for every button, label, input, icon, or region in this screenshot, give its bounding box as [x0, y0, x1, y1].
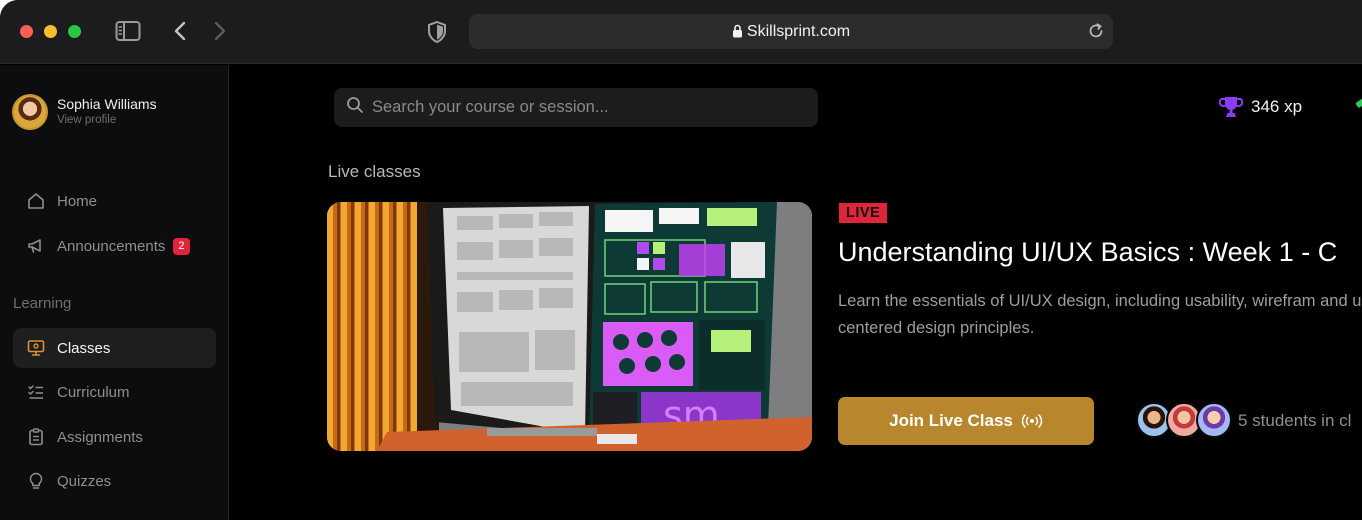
privacy-shield-icon[interactable] — [426, 20, 448, 49]
sidebar-item-label: Quizzes — [57, 472, 112, 490]
forward-arrow-icon[interactable] — [212, 20, 228, 47]
reload-icon[interactable] — [1087, 22, 1105, 45]
clipboard-icon — [25, 426, 47, 448]
checklist-icon — [25, 381, 47, 403]
profile-card[interactable]: Sophia Williams View profile — [12, 93, 212, 133]
search-icon — [346, 96, 364, 119]
home-icon — [25, 190, 47, 212]
megaphone-icon — [25, 235, 47, 257]
sidebar-item-curriculum[interactable]: Curriculum — [13, 372, 216, 412]
monitor-icon — [25, 337, 47, 359]
avatar[interactable] — [12, 94, 48, 130]
browser-titlebar: Skillsprint.com — [0, 0, 1362, 64]
back-arrow-icon[interactable] — [172, 20, 188, 47]
minimize-window-button[interactable] — [44, 25, 57, 38]
trophy-icon — [1218, 97, 1244, 117]
view-profile-link[interactable]: View profile — [57, 114, 116, 126]
students-count: 5 students in cl — [1238, 411, 1352, 430]
sidebar-item-classes[interactable]: Classes — [13, 328, 216, 368]
search-input[interactable] — [372, 98, 792, 117]
sidebar-item-label: Announcements — [57, 237, 166, 255]
browser-window: Skillsprint.com Sophia Williams View pro… — [0, 0, 1362, 520]
url-text: Skillsprint.com — [746, 23, 851, 40]
avatar — [1196, 402, 1232, 438]
section-title-live-classes: Live classes — [328, 162, 421, 181]
sidebar-item-label: Home — [57, 192, 98, 210]
maximize-window-button[interactable] — [68, 25, 81, 38]
section-label-learning: Learning — [13, 295, 72, 312]
xp-value: 346 xp — [1251, 97, 1303, 116]
join-live-class-button[interactable]: Join Live Class — [838, 397, 1094, 445]
sidebar-toggle-icon[interactable] — [115, 20, 141, 47]
sidebar-item-quizzes[interactable]: Quizzes — [13, 461, 216, 501]
close-window-button[interactable] — [20, 25, 33, 38]
class-title[interactable]: Understanding UI/UX Basics : Week 1 - C — [838, 237, 1337, 268]
join-button-label: Join Live Class — [889, 411, 1013, 430]
address-bar[interactable]: Skillsprint.com — [469, 14, 1113, 49]
live-badge: LIVE — [839, 203, 888, 223]
class-description: Learn the essentials of UI/UX design, in… — [838, 292, 1362, 337]
sidebar: Sophia Williams View profile Home Announ… — [0, 65, 229, 520]
broadcast-icon — [1021, 414, 1043, 428]
sidebar-item-announcements[interactable]: Announcements 2 — [13, 226, 216, 266]
sidebar-item-home[interactable]: Home — [13, 181, 216, 221]
sidebar-item-assignments[interactable]: Assignments — [13, 417, 216, 457]
sidebar-item-label: Curriculum — [57, 383, 130, 401]
class-thumbnail[interactable]: sm — [327, 202, 812, 451]
lock-icon — [732, 24, 742, 38]
streak-icon[interactable] — [1355, 97, 1362, 109]
notification-badge: 2 — [173, 237, 190, 255]
sidebar-item-label: Classes — [57, 339, 111, 357]
search-bar[interactable] — [334, 88, 818, 127]
student-avatars[interactable] — [1136, 402, 1236, 440]
xp-counter[interactable]: 346 xp — [1218, 94, 1302, 120]
sidebar-item-label: Assignments — [57, 428, 143, 446]
profile-name: Sophia Williams — [57, 96, 157, 112]
lightbulb-icon — [25, 470, 47, 492]
